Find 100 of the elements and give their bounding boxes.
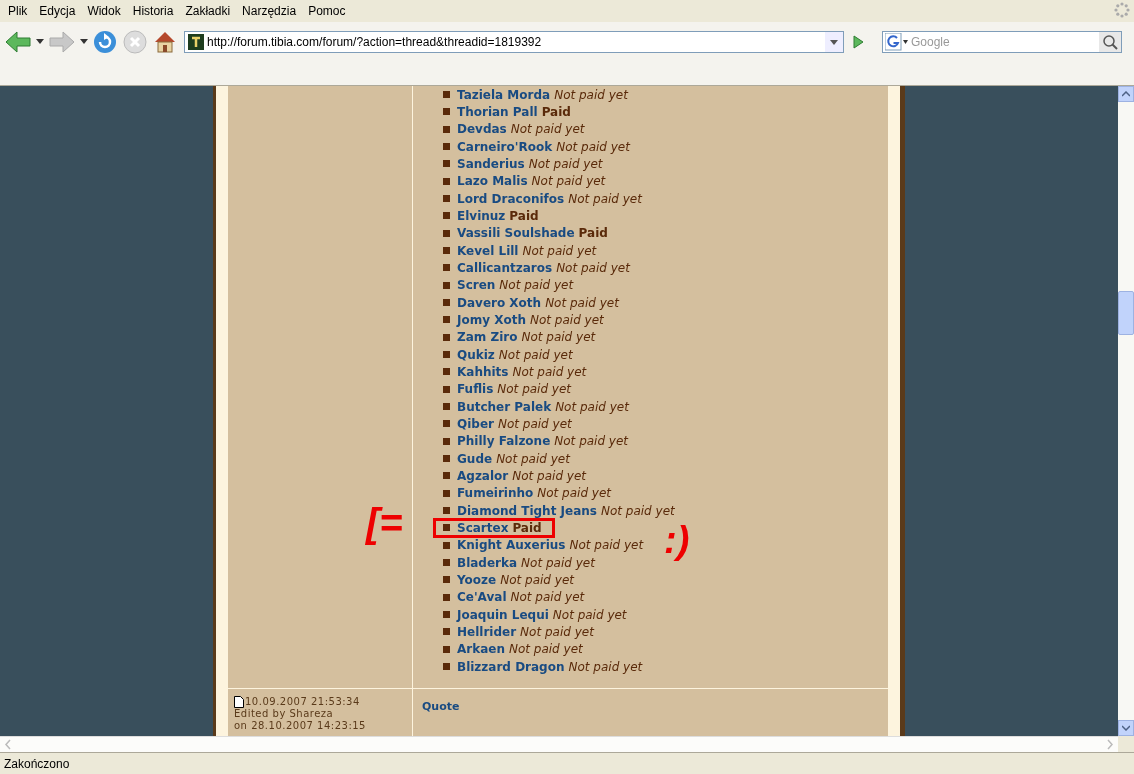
menu-item[interactable]: Pomoc [302,2,352,20]
menu-item[interactable]: Widok [81,2,127,20]
payment-status: Not paid yet [556,138,630,156]
character-link[interactable]: Zam Ziro [457,328,518,347]
bullet-icon [443,351,450,359]
payment-status: Not paid yet [531,173,606,191]
payment-status: Not paid yet [521,329,596,347]
character-link[interactable]: Blizzard Dragon [457,657,565,676]
bullet-icon [443,177,450,185]
character-link[interactable]: Knight Auxerius [457,536,566,555]
dropdown-caret-icon[interactable] [80,39,88,45]
post-date: 10.09.2007 21:53:34 [245,696,360,708]
character-link[interactable]: Carneiro'Rook [457,137,553,156]
payment-status: Not paid yet [512,467,586,485]
character-link[interactable]: Kevel Lill [457,241,519,260]
bullet-icon [443,628,450,636]
character-link[interactable]: Ce'Aval [457,588,507,607]
character-link[interactable]: Arkaen [457,640,505,659]
payment-status: Not paid yet [499,277,574,295]
annotation-text: [= [366,501,403,545]
character-link[interactable]: Philly Falzone [457,432,551,451]
character-link[interactable]: Hellrider [457,622,517,641]
character-link[interactable]: Kahhits [457,362,509,381]
character-link[interactable]: Sanderius [457,155,525,173]
menu-item[interactable]: Plik [2,2,34,20]
payment-status: Not paid yet [496,450,570,468]
bullet-icon [443,264,450,272]
payment-status: Not paid yet [520,623,594,641]
bullet-icon [443,559,450,566]
horizontal-scrollbar[interactable] [0,736,1118,752]
character-link[interactable]: Vassili Soulshade [457,224,575,243]
payment-status: Paid [578,225,608,243]
bullet-icon [443,645,450,653]
character-link[interactable]: Bladerka [457,553,518,572]
bullet-icon [443,524,450,532]
scroll-down-icon[interactable] [1122,725,1130,731]
menu-item[interactable]: Edycja [33,2,82,20]
vertical-scrollbar[interactable] [1118,86,1134,736]
search-field[interactable]: Google [882,31,1122,53]
bullet-icon [443,212,450,220]
character-link[interactable]: Callicantzaros [457,258,553,277]
bullet-icon [443,663,450,670]
bullet-icon [443,437,450,445]
character-link[interactable]: Butcher Palek [457,397,552,416]
menu-item[interactable]: Historia [126,2,180,20]
menu-item[interactable]: Narzędzia [236,2,303,20]
payment-status: Not paid yet [500,571,574,589]
menu-item[interactable]: Zakładki [179,2,237,20]
character-link[interactable]: Elvinuz [457,206,506,225]
character-link[interactable]: Gude [457,449,493,468]
payment-status: Not paid yet [555,398,629,416]
site-favicon-icon [188,34,204,50]
bullet-icon [443,385,450,393]
bullet-icon [443,125,450,133]
character-link[interactable]: Taziela Morda [457,86,551,104]
character-link[interactable]: Devdas [457,120,507,139]
character-link[interactable]: Fuflis [457,380,494,399]
dropdown-caret-icon[interactable] [36,39,44,45]
character-link[interactable]: Lord Draconifos [457,189,565,208]
character-link[interactable]: Agzalor [457,466,509,485]
character-link[interactable]: Fumeirinho [457,484,534,503]
payment-status: Paid [541,104,571,121]
bullet-icon [443,593,450,601]
bullet-icon [443,316,450,324]
character-link[interactable]: Scren [457,276,496,295]
payment-status: Not paid yet [556,259,630,277]
character-link[interactable]: Joaquin Lequi [457,605,549,624]
character-link[interactable]: Qiber [457,414,494,433]
payment-status: Not paid yet [568,658,643,676]
payment-status: Paid [509,207,539,225]
character-link[interactable]: Yooze [457,570,497,589]
character-link[interactable]: Qukiz [457,345,495,364]
character-link[interactable]: Scartex [457,518,509,537]
bullet-icon [443,247,450,255]
search-input[interactable]: Google [911,33,1099,51]
payment-status: Not paid yet [498,346,573,364]
character-link[interactable]: Thorian Pall [457,103,538,121]
payment-status: Not paid yet [528,156,603,173]
payment-status: Not paid yet [521,554,595,572]
payment-status: Not paid yet [552,606,627,624]
bullet-icon [443,541,450,549]
character-link[interactable]: Davero Xoth [457,293,542,312]
character-link[interactable]: Lazo Malis [457,172,528,191]
bullet-icon [443,611,450,618]
scrollbar-thumb[interactable] [1118,291,1134,335]
url-text: http://forum.tibia.com/forum/?action=thread&threadid=1819392 [207,34,543,51]
edited-date: on 28.10.2007 14:23:15 [234,720,367,732]
quote-link[interactable]: Quote [422,700,460,713]
payment-status: Not paid yet [537,485,612,503]
payment-status: Not paid yet [497,415,572,433]
character-link[interactable]: Jomy Xoth [457,310,526,329]
bullet-icon [443,91,450,99]
google-g-icon[interactable] [885,33,909,51]
scroll-up-icon[interactable] [1122,91,1130,97]
bullet-icon [443,143,450,151]
bullet-icon [443,507,450,515]
address-bar[interactable]: http://forum.tibia.com/forum/?action=thread&threadid=1819392 [184,31,844,53]
character-link[interactable]: Diamond Tight Jeans [457,501,597,520]
search-icon[interactable] [1099,32,1121,52]
bullet-icon [443,368,450,376]
